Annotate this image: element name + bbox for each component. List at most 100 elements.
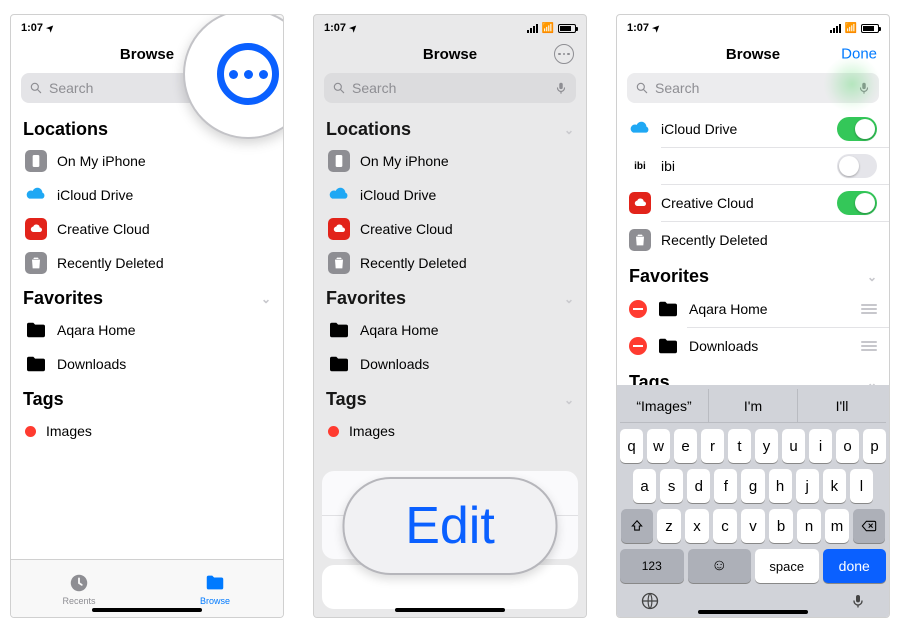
status-time: 1:07 <box>324 22 346 34</box>
key-x[interactable]: x <box>685 509 709 543</box>
chevron-down-icon: ⌄ <box>261 292 271 306</box>
more-icon <box>217 43 279 105</box>
search-input[interactable]: Search <box>324 73 576 103</box>
key-c[interactable]: c <box>713 509 737 543</box>
chevron-down-icon: ⌄ <box>564 123 574 137</box>
key-d[interactable]: d <box>687 469 710 503</box>
key-emoji[interactable]: ☺ <box>688 549 752 583</box>
favorites-header[interactable]: Favorites ⌄ <box>617 258 889 291</box>
location-on-my-iphone[interactable]: On My iPhone <box>11 144 283 178</box>
suggestion-1[interactable]: “Images” <box>620 389 708 422</box>
key-l[interactable]: l <box>850 469 873 503</box>
favorite-downloads[interactable]: Downloads <box>11 347 283 381</box>
key-f[interactable]: f <box>714 469 737 503</box>
edit-callout: Edit <box>343 477 558 575</box>
drag-handle[interactable] <box>861 304 877 314</box>
icloud-toggle[interactable] <box>837 117 877 141</box>
tag-images[interactable]: Images <box>314 414 586 448</box>
key-w[interactable]: w <box>647 429 670 463</box>
key-i[interactable]: i <box>809 429 832 463</box>
home-indicator[interactable] <box>92 608 202 612</box>
tags-header[interactable]: Tags ⌄ <box>314 381 586 414</box>
key-123[interactable]: 123 <box>620 549 684 583</box>
folder-icon <box>657 298 679 320</box>
creative-cloud-icon <box>629 192 651 214</box>
more-button[interactable] <box>554 44 574 64</box>
files-browse-screen: 1:07 📶 Browse Search Locations On My iPh… <box>10 14 284 618</box>
key-s[interactable]: s <box>660 469 683 503</box>
folder-icon <box>328 319 350 341</box>
key-backspace[interactable] <box>853 509 885 543</box>
key-v[interactable]: v <box>741 509 765 543</box>
folder-icon <box>657 335 679 357</box>
key-k[interactable]: k <box>823 469 846 503</box>
cell-signal-icon <box>527 24 538 33</box>
wifi-icon: 📶 <box>542 23 554 34</box>
key-g[interactable]: g <box>741 469 764 503</box>
favorites-header[interactable]: Favorites ⌄ <box>314 280 586 313</box>
key-space[interactable]: space <box>755 549 819 583</box>
key-r[interactable]: r <box>701 429 724 463</box>
key-a[interactable]: a <box>633 469 656 503</box>
drag-handle[interactable] <box>861 341 877 351</box>
tags-header[interactable]: Tags <box>11 381 283 414</box>
key-shift[interactable] <box>621 509 653 543</box>
key-done[interactable]: done <box>823 549 887 583</box>
dictation-icon[interactable] <box>850 591 866 611</box>
wifi-icon: 📶 <box>845 23 857 34</box>
favorites-header[interactable]: Favorites ⌄ <box>11 280 283 313</box>
search-input[interactable]: Search <box>627 73 879 103</box>
suggestion-3[interactable]: I'll <box>797 389 886 422</box>
key-z[interactable]: z <box>657 509 681 543</box>
done-button[interactable]: Done <box>841 46 877 63</box>
tag-images[interactable]: Images <box>11 414 283 448</box>
iphone-icon <box>328 150 350 172</box>
globe-icon[interactable] <box>640 591 660 611</box>
keyboard-row-2: a s d f g h j k l <box>620 469 886 503</box>
favorite-downloads[interactable]: Downloads <box>314 347 586 381</box>
delete-button[interactable] <box>629 337 647 355</box>
tag-dot-icon <box>25 426 36 437</box>
search-icon <box>635 81 649 95</box>
location-creative-cloud[interactable]: Creative Cloud <box>11 212 283 246</box>
key-p[interactable]: p <box>863 429 886 463</box>
tag-dot-icon <box>328 426 339 437</box>
icloud-icon <box>25 186 47 205</box>
nav-bar: Browse Done <box>617 37 889 71</box>
location-icloud-drive[interactable]: iCloud Drive <box>314 178 586 212</box>
location-on-my-iphone[interactable]: On My iPhone <box>314 144 586 178</box>
favorite-downloads: Downloads <box>617 328 889 364</box>
key-q[interactable]: q <box>620 429 643 463</box>
page-title: Browse <box>726 46 780 63</box>
key-o[interactable]: o <box>836 429 859 463</box>
key-h[interactable]: h <box>769 469 792 503</box>
folder-icon <box>25 319 47 341</box>
favorite-aqara-home[interactable]: Aqara Home <box>314 313 586 347</box>
location-recently-deleted[interactable]: Recently Deleted <box>314 246 586 280</box>
key-y[interactable]: y <box>755 429 778 463</box>
key-u[interactable]: u <box>782 429 805 463</box>
favorite-aqara-home[interactable]: Aqara Home <box>11 313 283 347</box>
creative-cloud-toggle[interactable] <box>837 191 877 215</box>
location-recently-deleted[interactable]: Recently Deleted <box>11 246 283 280</box>
key-e[interactable]: e <box>674 429 697 463</box>
location-icloud-drive[interactable]: iCloud Drive <box>11 178 283 212</box>
location-arrow-icon <box>350 22 358 34</box>
delete-button[interactable] <box>629 300 647 318</box>
key-b[interactable]: b <box>769 509 793 543</box>
clock-icon <box>68 572 90 594</box>
suggestion-2[interactable]: I'm <box>708 389 797 422</box>
key-m[interactable]: m <box>825 509 849 543</box>
creative-cloud-icon <box>25 218 47 240</box>
home-indicator[interactable] <box>395 608 505 612</box>
home-indicator[interactable] <box>698 610 808 614</box>
key-n[interactable]: n <box>797 509 821 543</box>
search-placeholder: Search <box>49 80 93 96</box>
location-creative-cloud[interactable]: Creative Cloud <box>314 212 586 246</box>
locations-header[interactable]: Locations ⌄ <box>314 111 586 144</box>
key-t[interactable]: t <box>728 429 751 463</box>
key-j[interactable]: j <box>796 469 819 503</box>
trash-icon <box>25 252 47 274</box>
ibi-toggle[interactable] <box>837 154 877 178</box>
location-arrow-icon <box>653 22 661 34</box>
